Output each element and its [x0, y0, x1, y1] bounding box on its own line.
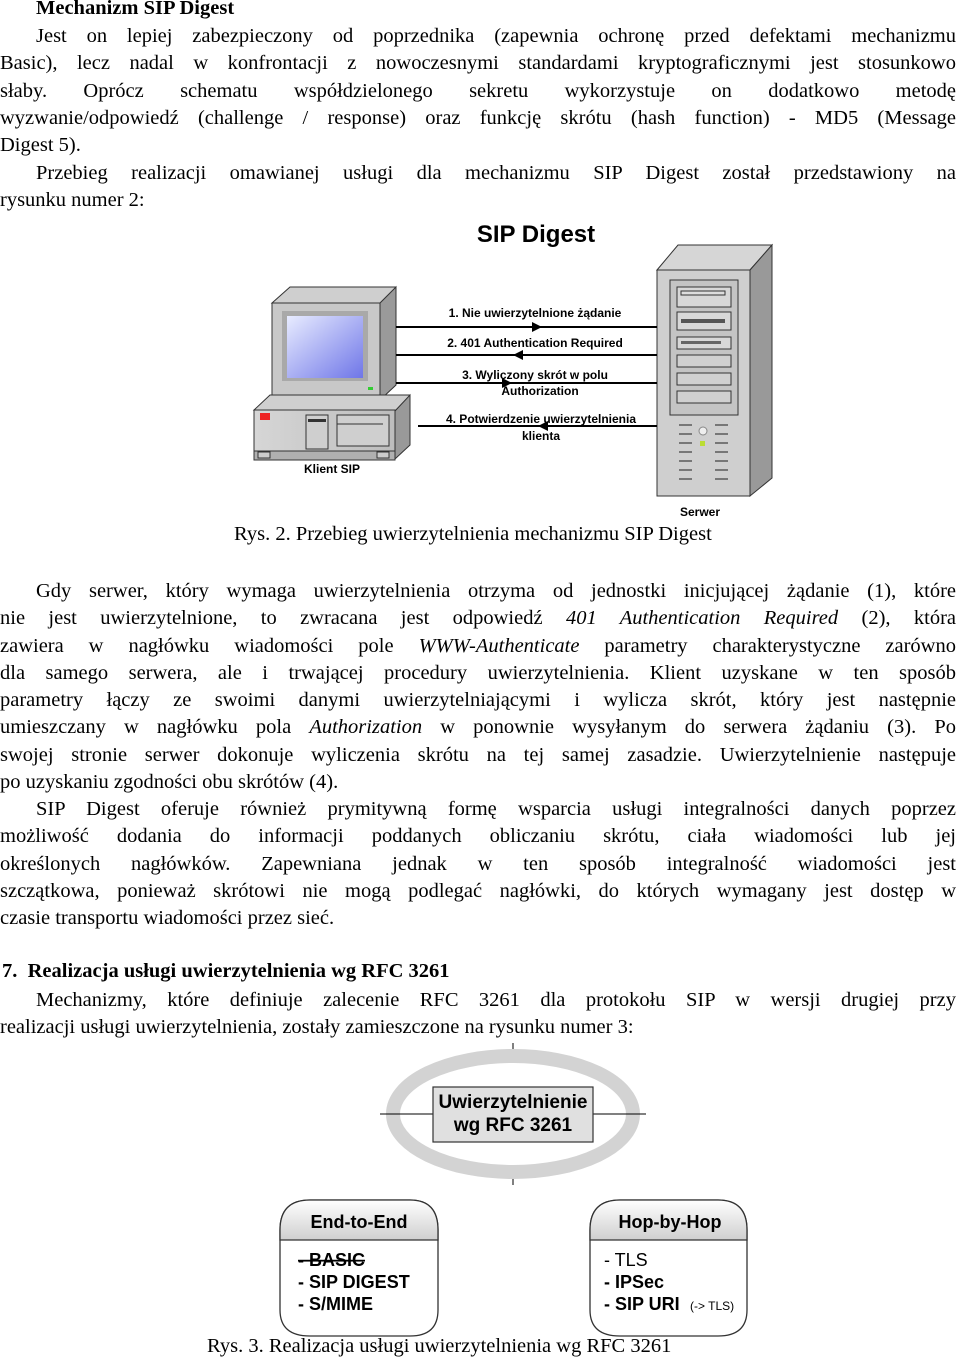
- server-label: Serwer: [680, 505, 720, 519]
- text-line: Gdy serwer, który wymaga uwierzytelnieni…: [36, 580, 956, 602]
- client-label: Klient SIP: [304, 462, 360, 476]
- message-1-label: 1. Nie uwierzytelnione żądanie: [449, 306, 622, 320]
- text-segment: umieszczany w nagłówku pola: [0, 716, 310, 739]
- message-1-arrow: [396, 322, 657, 332]
- end-to-end-title: End-to-End: [311, 1212, 408, 1232]
- client-computer-icon: [252, 285, 411, 461]
- center-node-line2: wg RFC 3261: [453, 1115, 573, 1136]
- text-segment: w ponownie wysyłanym do serwera żądaniu …: [422, 716, 956, 739]
- text-line: Jest on lepiej zabezpieczony od poprzedn…: [36, 25, 956, 47]
- text-line: wyzwanie/odpowiedź (challenge / response…: [0, 106, 956, 129]
- text-line: Basic), lecz nadal w konfrontacji z nowo…: [0, 52, 956, 75]
- hop-by-hop-title: Hop-by-Hop: [619, 1212, 722, 1232]
- text-emphasis: WWW-Authenticate: [418, 634, 580, 657]
- text-line: swojej stronie serwer dokonuje wyliczeni…: [0, 743, 956, 766]
- end-to-end-item-smime: - S/MIME: [298, 1294, 373, 1314]
- figure-2-caption: Rys. 2. Przebieg uwierzytelnienia mechan…: [234, 523, 712, 545]
- end-to-end-item-sip-digest: - SIP DIGEST: [298, 1272, 410, 1292]
- message-2-arrow: [396, 350, 657, 360]
- section-heading-sip-digest: Mechanizm SIP Digest: [36, 0, 235, 19]
- message-4-label-line2: klienta: [522, 429, 560, 443]
- end-to-end-item-basic: - BASIC: [298, 1250, 365, 1270]
- paragraph-intro: Jest on lepiej zabezpieczony od poprzedn…: [0, 23, 956, 159]
- text-line: po uzyskaniu zgodności obu skrótów (4).: [0, 771, 339, 794]
- text-line: szczątkowa, ponieważ skrótowi nie mogą p…: [0, 879, 956, 902]
- text-line: dla samego serwera, ale i trwającej proc…: [0, 661, 956, 684]
- text-emphasis: 401 Authentication Required: [565, 607, 839, 630]
- text-line: Mechanizmy, które definiuje zalecenie RF…: [36, 989, 956, 1011]
- text-line: określonych nagłówków. Zapewniana jednak…: [0, 852, 956, 875]
- text-line: słaby. Oprócz schematu współdzielonego s…: [0, 79, 956, 102]
- message-4-label: 4. Potwierdzenie uwierzytelnienia: [446, 412, 636, 426]
- section-heading-rfc3261: 7. Realizacja usługi uwierzytelnienia wg…: [2, 960, 450, 982]
- text-line: SIP Digest oferuje również prymitywną fo…: [36, 798, 956, 820]
- paragraph-rfc-intro: Mechanizmy, które definiuje zalecenie RF…: [0, 987, 956, 1042]
- text-segment: nie jest uwierzytelnione, to zwracana je…: [0, 607, 566, 630]
- hop-by-hop-item-sip-uri-note: (-> TLS): [690, 1299, 734, 1313]
- hop-by-hop-item-ipsec: - IPSec: [604, 1272, 664, 1292]
- text-line: możliwość dodania do informacji poddanyc…: [0, 825, 956, 848]
- text-line: Przebieg realizacji omawianej usługi dla…: [36, 162, 956, 184]
- message-3-label-line2: Authorization: [501, 384, 578, 398]
- figure-3-caption: Rys. 3. Realizacja usługi uwierzytelnien…: [207, 1335, 672, 1357]
- text-emphasis: Authorization: [309, 716, 423, 739]
- paragraph-figure-intro: Przebieg realizacji omawianej usługi dla…: [0, 160, 956, 215]
- text-line: umieszczany w nagłówku pola Authorizatio…: [0, 714, 956, 741]
- text-line: czasie transportu wiadomości przez sieć.: [0, 907, 335, 930]
- text-segment: parametry charakterystyczne zarówno: [579, 634, 956, 657]
- text-line: Digest 5).: [0, 134, 81, 157]
- paragraph-integrity: SIP Digest oferuje również prymitywną fo…: [0, 796, 956, 932]
- text-segment: (2), która: [838, 607, 957, 630]
- paragraph-digest-process: Gdy serwer, który wymaga uwierzytelnieni…: [0, 578, 956, 796]
- text-line: rysunku numer 2:: [0, 189, 145, 212]
- message-3-label: 3. Wyliczony skrót w polu: [462, 368, 608, 382]
- text-line: zawiera w nagłówku wiadomości pole WWW-A…: [0, 633, 956, 660]
- hop-by-hop-item-sip-uri: - SIP URI: [604, 1294, 680, 1314]
- figure-title: SIP Digest: [477, 221, 595, 248]
- text-line: parametry łączy ze swoimi danymi uwierzy…: [0, 689, 956, 712]
- text-segment: zawiera w nagłówku wiadomości pole: [0, 634, 419, 657]
- hop-by-hop-item-tls: - TLS: [604, 1250, 648, 1270]
- text-line: realizacji usługi uwierzytelnienia, zost…: [0, 1016, 634, 1039]
- figure-rfc3261-diagram: Uwierzytelnienie wg RFC 3261 End-to-End …: [279, 1043, 748, 1337]
- message-2-label: 2. 401 Authentication Required: [447, 336, 623, 350]
- center-node-line1: Uwierzytelnienie: [439, 1092, 588, 1113]
- figure-sip-digest-diagram: SIP Digest Klient SIP Serwer 1. Nie uwie…: [252, 221, 774, 519]
- text-line: nie jest uwierzytelnione, to zwracana je…: [0, 605, 956, 632]
- center-node: [380, 1043, 646, 1185]
